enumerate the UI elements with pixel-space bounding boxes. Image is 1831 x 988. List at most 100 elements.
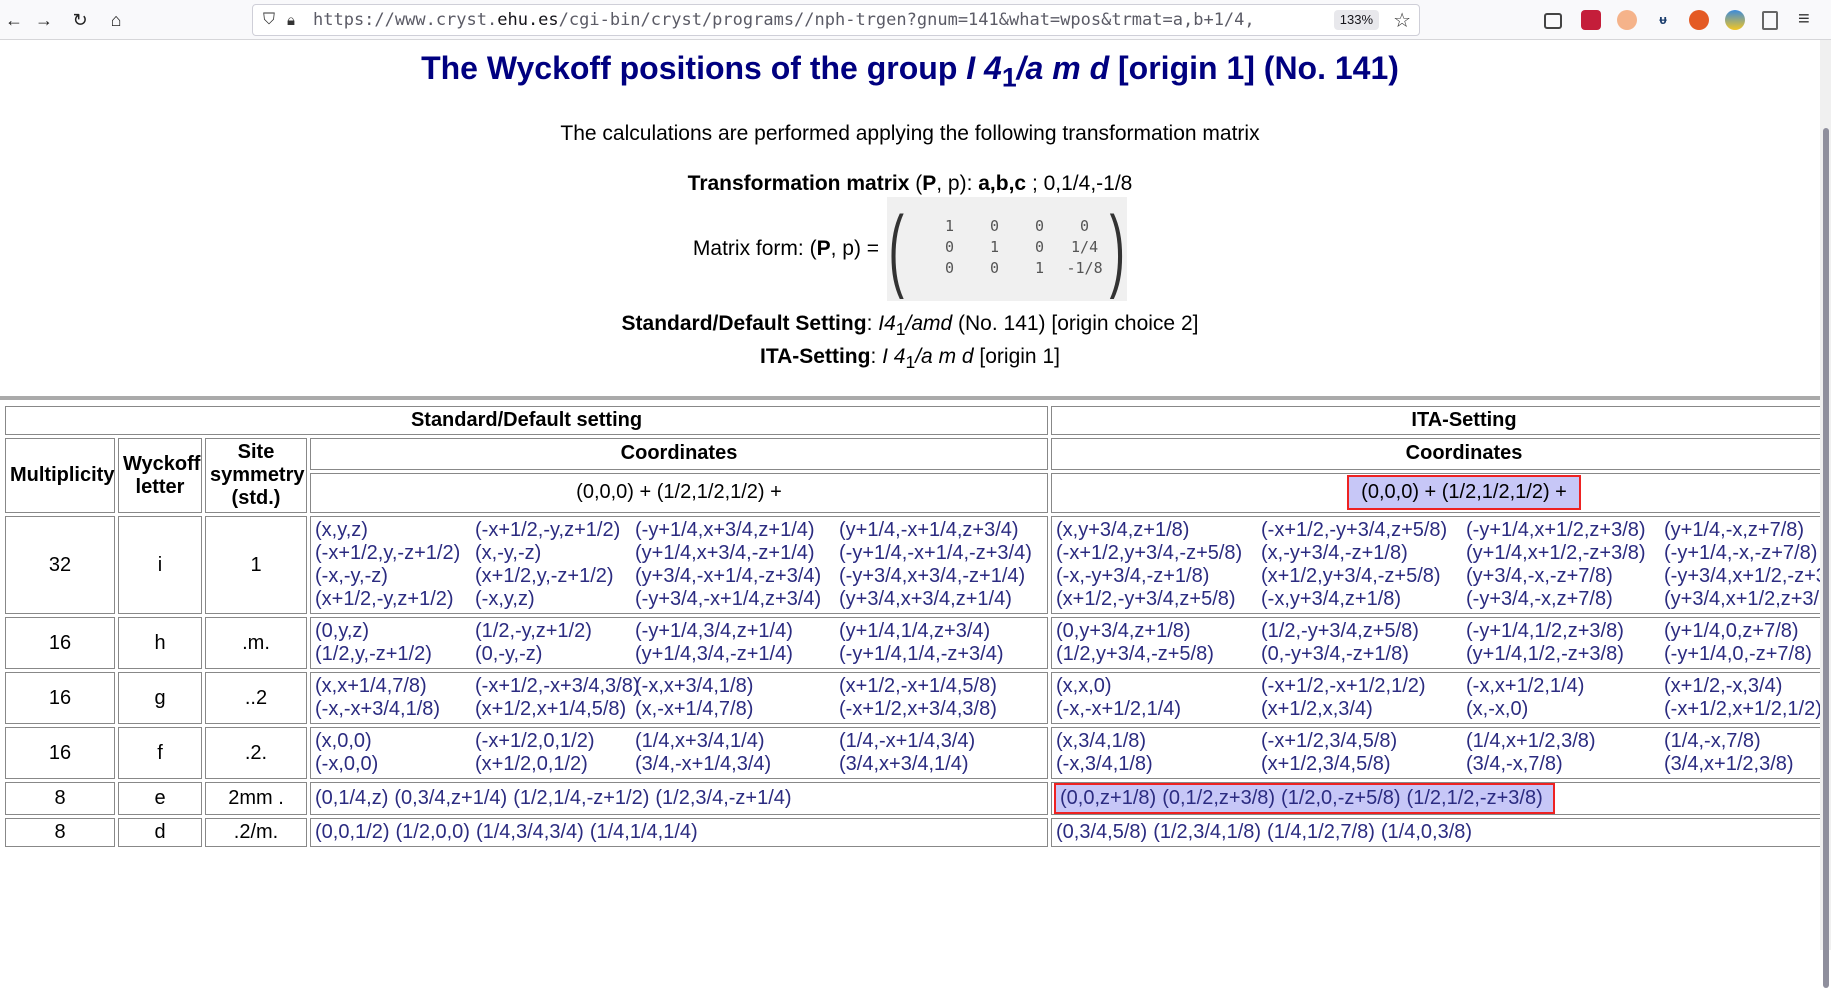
coordinates-std-cell: (x,0,0) (-x+1/2,0,1/2) (1/4,x+3/4,1/4) (1/4… xyxy=(310,727,1049,779)
reader-icon[interactable] xyxy=(1762,11,1778,30)
coordinate: (1/4,0,3/8) xyxy=(1380,821,1473,843)
coordinate: (y+1/4,3/4,-z+1/4) xyxy=(635,643,793,665)
coordinate: (y+1/4,0,z+7/8) xyxy=(1664,620,1799,642)
coordinate: (y+1/4,-x+1/4,z+3/4) xyxy=(839,519,1019,541)
coordinate: (-x+1/2,y+3/4,-z+5/8) xyxy=(1056,542,1243,564)
coordinate: (1/4,-x+1/4,3/4) xyxy=(839,730,976,752)
coordinate: (1/4,1/4,1/4) xyxy=(589,821,698,843)
coordinates-ita-cell: (x,3/4,1/8) (-x+1/2,3/4,5/8) (1/4,x+1/2,3/… xyxy=(1051,727,1820,779)
coordinate: (-x+1/2,0,1/2) xyxy=(475,730,595,752)
coordinate: (x+1/2,y,-z+1/2) xyxy=(475,565,614,587)
coordinate: (x+1/2,3/4,5/8) xyxy=(1261,753,1391,775)
coordinates-std-cell: (0,0,1/2) (1/2,0,0) (1/4,3/4,3/4) (1/4,1/4,… xyxy=(310,818,1049,847)
coordinate: (-x+1/2,x+3/4,3/8) xyxy=(839,698,997,720)
extension-orange-icon[interactable] xyxy=(1617,10,1637,30)
coordinate: (3/4,-x,7/8) xyxy=(1466,753,1563,775)
coordinate: (x+1/2,0,1/2) xyxy=(475,753,588,775)
centering-ita-highlight: (0,0,0) + (1/2,1/2,1/2) + xyxy=(1347,475,1581,511)
url-text[interactable]: https://www.cryst.ehu.es/cgi-bin/cryst/p… xyxy=(313,10,1323,30)
multiplicity-cell: 16 xyxy=(5,617,115,669)
standard-setting-line: Standard/Default Setting: I41/amd (No. 1… xyxy=(621,312,1199,340)
coordinate: (x,-x+1/4,7/8) xyxy=(635,698,754,720)
coordinate: (-y+1/4,1/4,-z+3/4) xyxy=(839,643,1004,665)
coordinate: (0,1/4,z) xyxy=(315,787,389,809)
coordinate: (y+3/4,x+3/4,z+1/4) xyxy=(839,588,1012,610)
back-arrow-icon[interactable]: ← xyxy=(0,6,28,34)
bookmark-star-icon[interactable]: ☆ xyxy=(1393,8,1411,33)
col-multiplicity: Multiplicity xyxy=(5,438,115,513)
extension-blue-icon[interactable] xyxy=(1725,10,1745,30)
wyckoff-letter-cell: g xyxy=(118,672,202,724)
lock-icon[interactable]: 🔒︎ xyxy=(287,12,295,29)
coordinate: (x+1/2,y+3/4,-z+5/8) xyxy=(1261,565,1441,587)
wyckoff-table: Standard/Default setting ITA-Setting Mul… xyxy=(2,403,1820,850)
site-symmetry-cell: .m. xyxy=(205,617,307,669)
coordinate: (-y+1/4,-x,-z+7/8) xyxy=(1664,542,1818,564)
site-symmetry-cell: .2/m. xyxy=(205,818,307,847)
table-row: 8 d .2/m. (0,0,1/2) (1/2,0,0) (1/4,3/4,3/4) (1… xyxy=(5,818,1820,847)
coordinate: (-y+1/4,x+1/2,z+3/8) xyxy=(1466,519,1646,541)
coordinate: (-y+1/4,0,-z+7/8) xyxy=(1664,643,1812,665)
coordinate: (1/4,1/2,7/8) xyxy=(1267,821,1375,843)
url-bar[interactable]: ⛉ 🔒︎ https://www.cryst.ehu.es/cgi-bin/cr… xyxy=(252,4,1420,36)
site-symmetry-cell: 2mm . xyxy=(205,782,307,815)
home-icon[interactable]: ⌂ xyxy=(102,6,130,34)
coordinate: (y+3/4,x+1/2,z+3/8) xyxy=(1664,588,1820,610)
scrollbar-thumb[interactable] xyxy=(1823,128,1829,988)
coordinate: (1/2,-y,z+1/2) xyxy=(475,620,592,642)
coordinate: (0,-y,-z) xyxy=(475,643,543,665)
site-symmetry-cell: .2. xyxy=(205,727,307,779)
table-row: 16 h .m. (0,y,z) (1/2,-y,z+1/2) (-y+1/4,3/4,z… xyxy=(5,617,1820,669)
forward-arrow-icon[interactable]: → xyxy=(30,6,58,34)
coordinate: (x+1/2,-x+1/4,5/8) xyxy=(839,675,997,697)
wyckoff-letter-cell: d xyxy=(118,818,202,847)
col-coordinates-ita: Coordinates xyxy=(1051,438,1820,470)
extension-ut-icon[interactable]: ᵾ xyxy=(1653,10,1673,30)
centering-std: (0,0,0) + (1/2,1/2,1/2) + xyxy=(310,472,1049,513)
coordinate: (1/2,3/4,-z+1/4) xyxy=(655,787,792,809)
coordinates-std-cell: (0,1/4,z) (0,3/4,z+1/4) (1/2,1/4,-z+1/2) (1… xyxy=(310,782,1049,815)
coordinate: (x+1/2,x+1/4,5/8) xyxy=(475,698,627,720)
coordinate: (1/4,3/4,3/4) xyxy=(475,821,584,843)
extension-ublock-icon[interactable] xyxy=(1689,10,1709,30)
table-row: 32 i 1 (x,y,z) (-x+1/2,-y,z+1/2) (-y+1/4,x+3/… xyxy=(5,516,1820,614)
scrollbar[interactable] xyxy=(1820,40,1831,988)
coordinate: (x+1/2,-y,z+1/2) xyxy=(315,588,454,610)
reload-icon[interactable]: ↻ xyxy=(66,6,94,34)
table-row: 8 e 2mm . (0,1/4,z) (0,3/4,z+1/4) (1/2,1/4,-z… xyxy=(5,782,1820,815)
coordinate: (y+1/4,1/2,-z+3/8) xyxy=(1466,643,1624,665)
coordinate: (-y+1/4,-x+1/4,-z+3/4) xyxy=(839,542,1032,564)
coordinate: (x,x,0) xyxy=(1056,675,1112,697)
coordinate: (y+1/4,x+1/2,-z+3/8) xyxy=(1466,542,1646,564)
coordinate: (-x+1/2,x+1/2,1/2) xyxy=(1664,698,1820,720)
coordinate: (1/4,-x,7/8) xyxy=(1664,730,1761,752)
coordinate: (x,-y,-z) xyxy=(475,542,542,564)
coordinate: (3/4,-x+1/4,3/4) xyxy=(635,753,772,775)
coordinate: (1/2,y+3/4,-z+5/8) xyxy=(1056,643,1214,665)
coordinate: (-x,y,z) xyxy=(475,588,535,610)
coordinate: (x+1/2,x,3/4) xyxy=(1261,698,1373,720)
coordinate: (y+3/4,-x+1/4,-z+3/4) xyxy=(635,565,822,587)
coordinate: (x,3/4,1/8) xyxy=(1056,730,1147,752)
coordinates-std-cell: (x,y,z) (-x+1/2,-y,z+1/2) (-y+1/4,x+3/4,z+… xyxy=(310,516,1049,614)
coordinate: (-y+1/4,3/4,z+1/4) xyxy=(635,620,793,642)
coordinate: (0,y+3/4,z+1/8) xyxy=(1056,620,1191,642)
table-row: 16 g ..2 (x,x+1/4,7/8) (-x+1/2,-x+3/4,3/8)(-… xyxy=(5,672,1820,724)
coordinate: (x+1/2,-x,3/4) xyxy=(1664,675,1783,697)
coordinate: (-x,x+3/4,1/8) xyxy=(635,675,754,697)
coordinate: (0,0,1/2) xyxy=(315,821,390,843)
coordinate: (x,y+3/4,z+1/8) xyxy=(1056,519,1190,541)
shield-icon[interactable]: ⛉ xyxy=(263,11,275,29)
menu-icon[interactable]: ≡ xyxy=(1798,9,1818,30)
transformation-matrix-line: Transformation matrix (P, p): a,b,c ; 0,… xyxy=(687,172,1133,195)
extension-red-icon[interactable] xyxy=(1581,10,1601,30)
wyckoff-letter-cell: i xyxy=(118,516,202,614)
page-title: The Wyckoff positions of the group I 41/… xyxy=(421,50,1399,93)
coordinate: (-x,y+3/4,z+1/8) xyxy=(1261,588,1402,610)
coordinates-std-cell: (0,y,z) (1/2,-y,z+1/2) (-y+1/4,3/4,z+1/4)(… xyxy=(310,617,1049,669)
matrix-row: 0 0 1 -1/8 xyxy=(945,259,1103,277)
zoom-badge[interactable]: 133% xyxy=(1333,10,1379,30)
pocket-icon[interactable] xyxy=(1544,13,1562,29)
coordinate: (0,1/2,z+3/8) xyxy=(1162,787,1276,809)
coordinate: (x,0,0) xyxy=(315,730,372,752)
